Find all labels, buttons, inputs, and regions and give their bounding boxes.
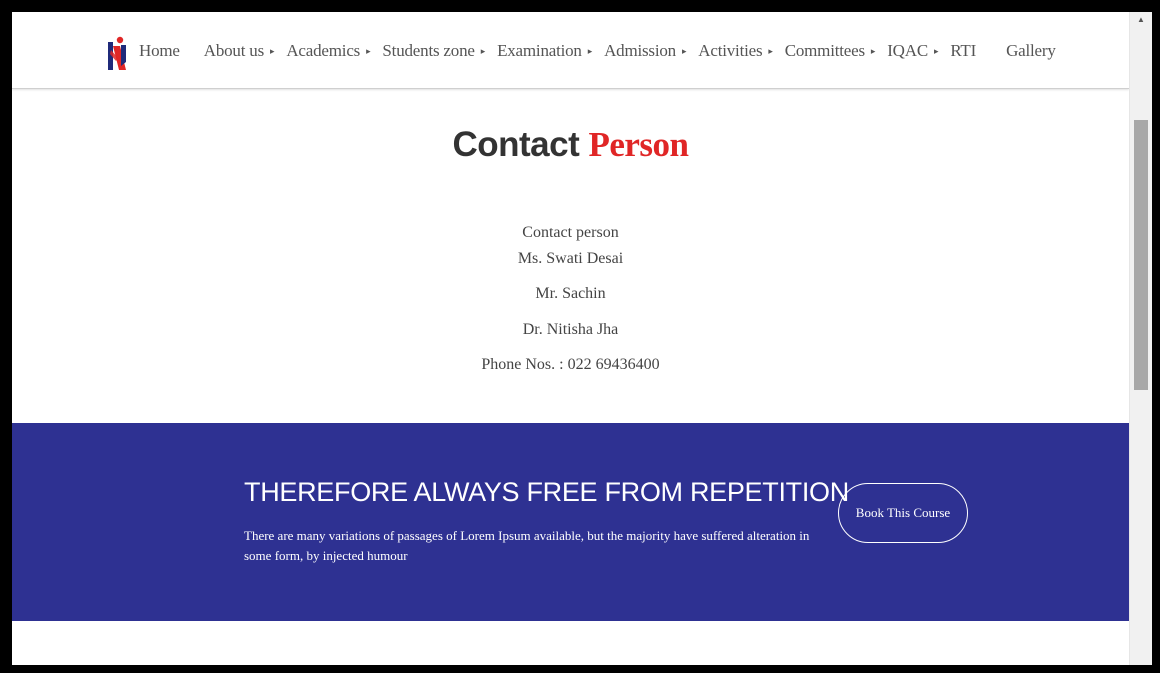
page-title: Contact Person	[12, 125, 1129, 165]
vertical-scrollbar[interactable]: ▲	[1129, 12, 1152, 665]
contact-person-2: Mr. Sachin	[535, 285, 606, 302]
caret-right-icon: ▸	[870, 45, 876, 56]
nav-item-label: Activities	[698, 41, 763, 60]
nav-item-label: Admission	[604, 41, 676, 60]
nav-item-academics[interactable]: Academics ▸	[286, 41, 370, 61]
nav-item-home[interactable]: Home	[139, 41, 180, 61]
nav-item-admission[interactable]: Admission ▸	[604, 41, 686, 61]
banner-title: THEREFORE ALWAYS FREE FROM REPETITION	[244, 477, 849, 507]
banner-text: There are many variations of passages of…	[244, 528, 810, 563]
nav-item-label: IQAC	[887, 41, 928, 60]
caret-right-icon: ▸	[366, 45, 371, 56]
nav-item-examination[interactable]: Examination ▸	[497, 41, 592, 61]
nav-item-label: Academics	[286, 41, 361, 60]
browser-frame: Home About us ▸ Academics ▸ Students zone ▸ Exa…	[12, 12, 1152, 665]
nav-menu: Home About us ▸ Academics ▸ Students zone ▸ Exa…	[139, 39, 1068, 63]
caret-right-icon: ▸	[681, 45, 687, 56]
nav-item-label: About us	[203, 41, 265, 60]
course-banner: THEREFORE ALWAYS FREE FROM REPETITION Th…	[12, 423, 1129, 621]
nav-item-label: Home	[139, 41, 180, 60]
nav-item-about-us[interactable]: About us ▸	[204, 41, 275, 61]
main-navbar: Home About us ▸ Academics ▸ Students zone ▸ Exa…	[12, 12, 1129, 89]
contact-person-1: Ms. Swati Desai	[517, 250, 624, 267]
nav-item-iqac[interactable]: IQAC ▸	[887, 41, 938, 61]
caret-right-icon: ▸	[270, 45, 275, 56]
nav-item-label: Examination	[497, 41, 582, 60]
contact-phone: Phone Nos. : 022 69436400	[481, 356, 660, 373]
page-viewport: Home About us ▸ Academics ▸ Students zone ▸ Exa…	[12, 12, 1129, 665]
page-title-accent: Person	[588, 125, 689, 164]
contact-person-3: Dr. Nitisha Jha	[522, 321, 619, 338]
nav-item-gallery[interactable]: Gallery	[1006, 41, 1056, 61]
nav-item-label: RTI	[950, 41, 977, 60]
contact-label: Contact person	[522, 224, 619, 241]
caret-right-icon: ▸	[587, 45, 593, 56]
scroll-up-arrow-icon[interactable]: ▲	[1130, 12, 1152, 26]
college-logo[interactable]	[106, 36, 128, 72]
nav-item-rti[interactable]: RTI	[950, 41, 976, 61]
scroll-thumb[interactable]	[1134, 120, 1148, 390]
caret-right-icon: ▸	[480, 45, 486, 56]
nav-item-label: Committees	[784, 41, 865, 60]
page-title-main: Contact	[452, 125, 580, 164]
nav-item-committees[interactable]: Committees ▸	[785, 41, 876, 61]
nav-item-label: Gallery	[1006, 41, 1056, 60]
nav-item-activities[interactable]: Activities ▸	[698, 41, 773, 61]
caret-right-icon: ▸	[768, 45, 773, 56]
nav-item-students-zone[interactable]: Students zone ▸	[382, 41, 485, 61]
nav-item-label: Students zone	[382, 41, 475, 60]
caret-right-icon: ▸	[933, 45, 939, 56]
book-course-button[interactable]: Book This Course	[838, 483, 968, 543]
